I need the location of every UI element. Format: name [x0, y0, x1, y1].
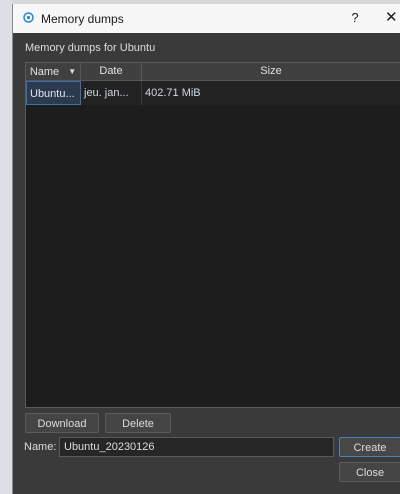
delete-button[interactable]: Delete [105, 413, 171, 433]
table-header: Name ▼ Date Size [26, 63, 400, 81]
name-input[interactable]: Ubuntu_20230126 [59, 437, 334, 457]
column-header-name[interactable]: Name ▼ [26, 63, 81, 80]
memory-dumps-dialog: Memory dumps ? ✕ Memory dumps for Ubuntu… [12, 4, 400, 494]
cell-size[interactable]: 402.71 MiB [142, 81, 400, 105]
column-header-size-label: Size [260, 65, 282, 77]
cell-name[interactable]: Ubuntu... [26, 81, 81, 105]
window-title: Memory dumps [41, 12, 124, 26]
column-header-date[interactable]: Date [81, 63, 142, 80]
name-label: Name: [24, 441, 57, 453]
close-button[interactable]: Close [339, 462, 400, 482]
column-header-date-label: Date [99, 65, 123, 77]
column-header-size[interactable]: Size [142, 63, 400, 80]
table-row[interactable]: Ubuntu... jeu. jan... 402.71 MiB [26, 81, 400, 105]
create-button[interactable]: Create [339, 437, 400, 457]
column-header-name-label: Name [29, 66, 60, 78]
title-bar[interactable]: Memory dumps ? ✕ [13, 4, 400, 33]
cell-date[interactable]: jeu. jan... [81, 81, 142, 105]
memory-dumps-table[interactable]: Name ▼ Date Size Ubuntu... jeu. jan... 4… [25, 62, 400, 408]
help-button[interactable]: ? [347, 10, 363, 26]
sort-descending-icon: ▼ [68, 67, 77, 76]
close-window-button[interactable]: ✕ [385, 10, 400, 26]
download-button[interactable]: Download [25, 413, 99, 433]
app-icon [23, 12, 34, 23]
dialog-subtitle: Memory dumps for Ubuntu [25, 42, 156, 54]
background-left [0, 0, 12, 494]
